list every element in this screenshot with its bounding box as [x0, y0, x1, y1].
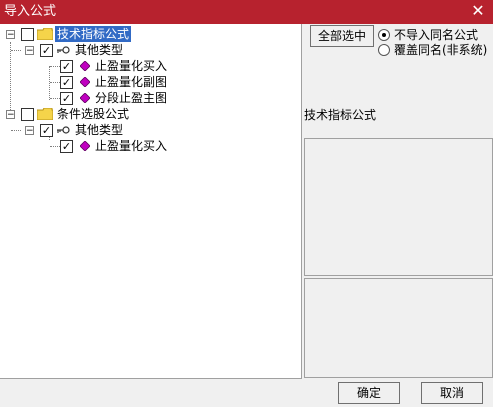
item-checkbox[interactable]: ✓	[60, 76, 73, 89]
formula-icon	[80, 141, 90, 151]
detail-panel	[304, 278, 493, 378]
radio-no-import-label[interactable]: 不导入同名公式	[394, 28, 478, 42]
collapse-icon[interactable]: −	[6, 110, 15, 120]
tree-category-other[interactable]: − ✓ 其他类型	[0, 42, 300, 58]
tree-category-other[interactable]: − ✓ 其他类型	[0, 122, 300, 138]
close-icon[interactable]: ✕	[469, 2, 487, 20]
tree-item[interactable]: ✓ 止盈量化买入	[0, 138, 300, 154]
item-label: 止盈量化买入	[95, 59, 168, 73]
radio-no-import[interactable]	[378, 29, 390, 41]
group-label: 条件选股公式	[57, 107, 130, 121]
item-checkbox[interactable]: ✓	[60, 140, 73, 153]
formula-icon	[80, 93, 90, 103]
item-label: 分段止盈主图	[95, 91, 168, 105]
category-label: 其他类型	[75, 123, 124, 137]
tree-item[interactable]: ✓ 止盈量化买入	[0, 58, 300, 74]
import-formula-dialog: 导入公式 ✕ − 技术指标公式 − ✓ 其他类型 ✓ 止盈量化买入 ✓ 止盈量化…	[0, 0, 493, 407]
description-panel	[304, 138, 493, 276]
radio-overwrite[interactable]	[378, 44, 390, 56]
collapse-icon[interactable]: −	[25, 126, 34, 136]
category-label: 其他类型	[75, 43, 124, 57]
category-checkbox[interactable]: ✓	[40, 44, 53, 57]
ok-button[interactable]: 确定	[338, 382, 400, 404]
window-title: 导入公式	[4, 4, 57, 19]
tree-group-stock-screening[interactable]: − 条件选股公式	[0, 106, 300, 122]
tree-group-technical[interactable]: − 技术指标公式	[0, 26, 300, 42]
tree-item[interactable]: ✓ 分段止盈主图	[0, 90, 300, 106]
cancel-button[interactable]: 取消	[421, 382, 483, 404]
item-checkbox[interactable]: ✓	[60, 92, 73, 105]
formula-type-label: 技术指标公式	[304, 108, 377, 122]
group-checkbox[interactable]	[21, 28, 34, 41]
formula-tree[interactable]: − 技术指标公式 − ✓ 其他类型 ✓ 止盈量化买入 ✓ 止盈量化副图 ✓ 分段…	[0, 24, 302, 379]
folder-icon	[37, 108, 53, 120]
item-label: 止盈量化副图	[95, 75, 168, 89]
formula-icon	[80, 77, 90, 87]
collapse-icon[interactable]: −	[6, 30, 15, 40]
radio-overwrite-label[interactable]: 覆盖同名(非系统)	[394, 43, 487, 57]
key-icon	[57, 46, 70, 54]
item-checkbox[interactable]: ✓	[60, 60, 73, 73]
collapse-icon[interactable]: −	[25, 46, 34, 56]
item-label: 止盈量化买入	[95, 139, 168, 153]
group-label: 技术指标公式	[55, 26, 132, 42]
group-checkbox[interactable]	[21, 108, 34, 121]
key-icon	[57, 126, 70, 134]
tree-item[interactable]: ✓ 止盈量化副图	[0, 74, 300, 90]
select-all-button[interactable]: 全部选中	[310, 25, 374, 47]
category-checkbox[interactable]: ✓	[40, 124, 53, 137]
title-bar: 导入公式 ✕	[0, 0, 493, 24]
formula-icon	[80, 61, 90, 71]
folder-icon	[37, 28, 53, 40]
